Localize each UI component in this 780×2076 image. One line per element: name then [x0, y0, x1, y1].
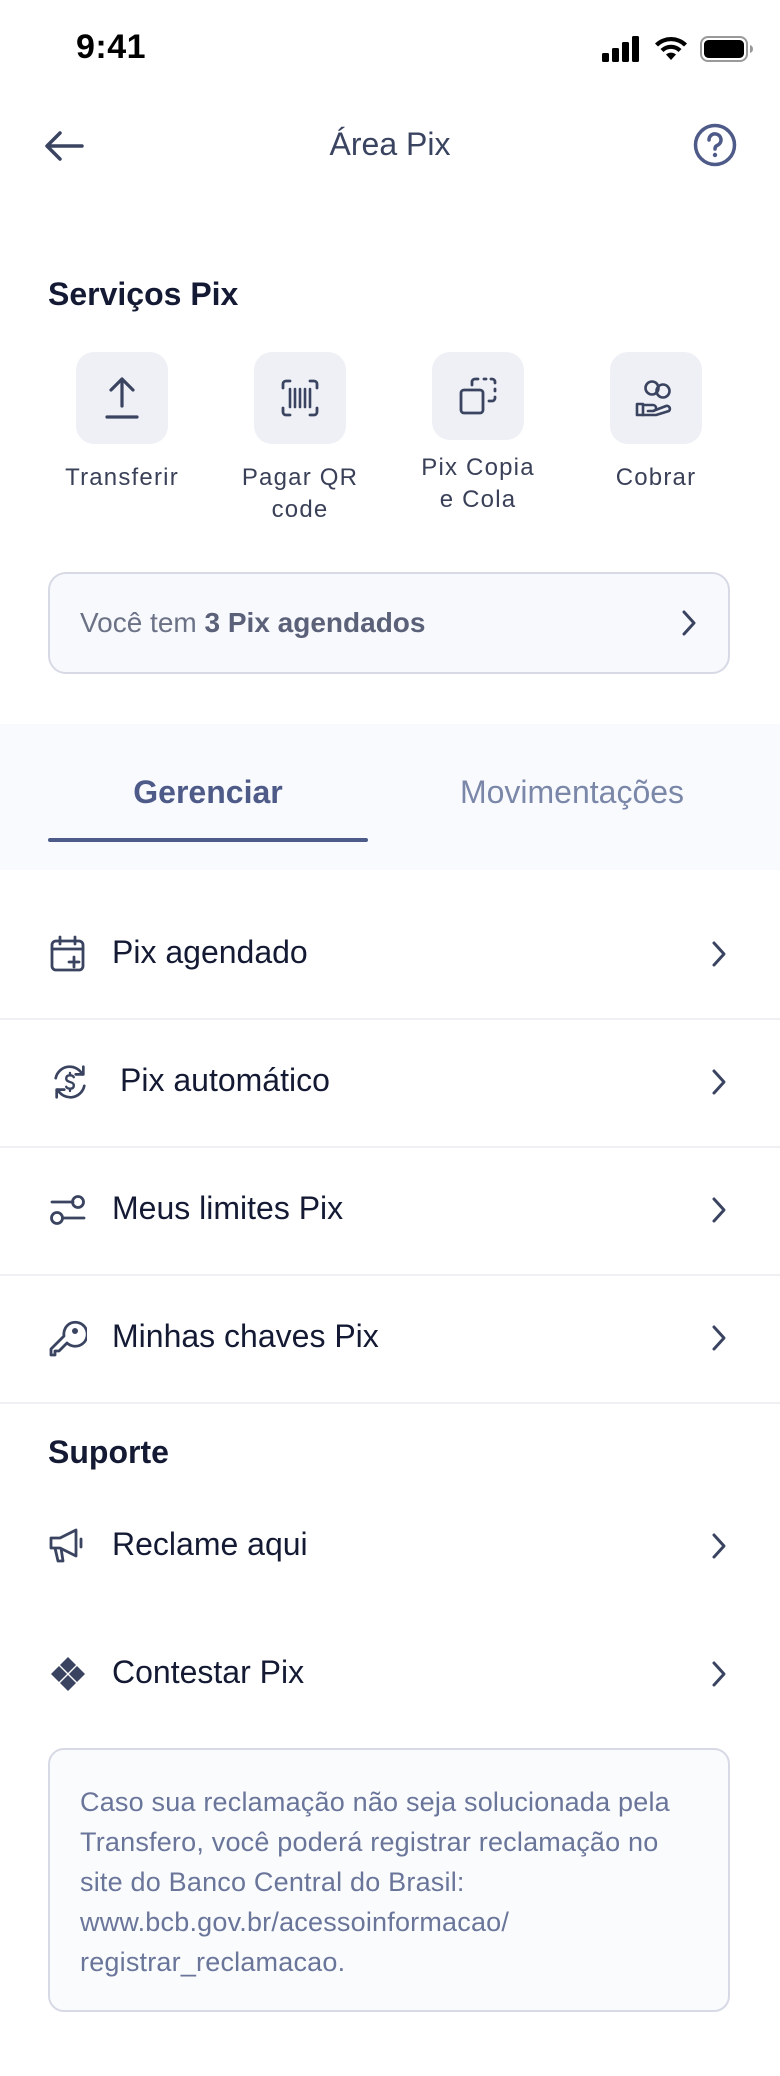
complaint-info-box: Caso sua reclamação não seja solucionada…	[48, 1748, 730, 2012]
barcode-scan-icon	[281, 379, 319, 417]
status-bar: 9:41	[0, 0, 780, 100]
status-time: 9:41	[76, 28, 147, 66]
sliders-icon	[48, 1190, 88, 1230]
list-item-label: Reclame aqui	[112, 1526, 308, 1562]
page-title: Área Pix	[329, 126, 451, 162]
header: Área Pix	[0, 100, 780, 190]
list-item-label: Pix agendado	[112, 934, 308, 970]
service-label: Transferir	[65, 464, 179, 491]
chevron-right-icon	[682, 610, 696, 636]
list-item-pix-agendado[interactable]: Pix agendado	[0, 892, 780, 1020]
pix-logo-icon	[48, 1654, 88, 1694]
chevron-right-icon	[706, 936, 732, 972]
services-grid: Transferir Pagar QR code Pix Copia e Col…	[0, 352, 780, 532]
list-item-pix-automatico[interactable]: Pix automático	[0, 1020, 780, 1148]
chevron-right-icon	[706, 1320, 732, 1356]
service-icon-box	[254, 352, 346, 444]
service-cobrar[interactable]: Cobrar	[576, 352, 736, 494]
list-item-minhas-chaves[interactable]: Minhas chaves Pix	[0, 1276, 780, 1404]
list-item-contestar-pix[interactable]: Contestar Pix	[0, 1612, 780, 1740]
service-label: Pagar QR code	[241, 464, 359, 523]
tab-movimentacoes[interactable]: Movimentações	[432, 774, 712, 836]
megaphone-icon	[48, 1526, 88, 1566]
cellular-signal-icon	[602, 36, 642, 67]
hand-coins-icon	[635, 380, 672, 417]
scheduled-pix-banner[interactable]: Você tem 3 Pix agendados	[48, 572, 730, 674]
scheduled-pix-text: Você tem 3 Pix agendados	[80, 607, 680, 639]
list-item-label: Contestar Pix	[112, 1654, 305, 1690]
chevron-right-icon	[706, 1064, 732, 1100]
help-button[interactable]	[690, 120, 740, 170]
service-label: Cobrar	[615, 464, 697, 491]
wifi-icon	[654, 36, 688, 67]
service-icon-box	[610, 352, 702, 444]
chevron-right-icon	[706, 1528, 732, 1564]
support-section-title: Suporte	[48, 1434, 169, 1470]
service-pagar-qr-code[interactable]: Pagar QR code	[220, 352, 380, 526]
scheduled-prefix: Você tem	[80, 607, 205, 638]
service-transferir[interactable]: Transferir	[42, 352, 202, 494]
tab-gerenciar[interactable]: Gerenciar	[48, 774, 368, 842]
key-icon	[48, 1318, 88, 1358]
copy-icon	[459, 377, 497, 415]
refresh-dollar-icon	[50, 1062, 90, 1102]
status-icons	[602, 36, 754, 67]
question-circle-icon	[693, 123, 737, 167]
scheduled-count: 3 Pix agendados	[204, 607, 426, 638]
service-pix-copia-cola[interactable]: Pix Copia e Cola	[398, 352, 558, 516]
list-item-meus-limites[interactable]: Meus limites Pix	[0, 1148, 780, 1276]
services-section-title: Serviços Pix	[48, 276, 239, 312]
battery-icon	[700, 36, 754, 67]
calendar-plus-icon	[48, 934, 88, 974]
chevron-right-icon	[706, 1192, 732, 1228]
list-item-label: Minhas chaves Pix	[112, 1318, 379, 1354]
service-icon-box	[76, 352, 168, 444]
upload-icon	[105, 377, 139, 419]
service-icon-box	[432, 352, 524, 440]
tabs-bar: Gerenciar Movimentações	[0, 724, 780, 870]
list-item-label: Pix automático	[120, 1062, 330, 1098]
chevron-right-icon	[706, 1656, 732, 1692]
list-item-reclame-aqui[interactable]: Reclame aqui	[0, 1484, 780, 1612]
service-label: Pix Copia e Cola	[421, 454, 535, 513]
list-item-label: Meus limites Pix	[112, 1190, 344, 1226]
